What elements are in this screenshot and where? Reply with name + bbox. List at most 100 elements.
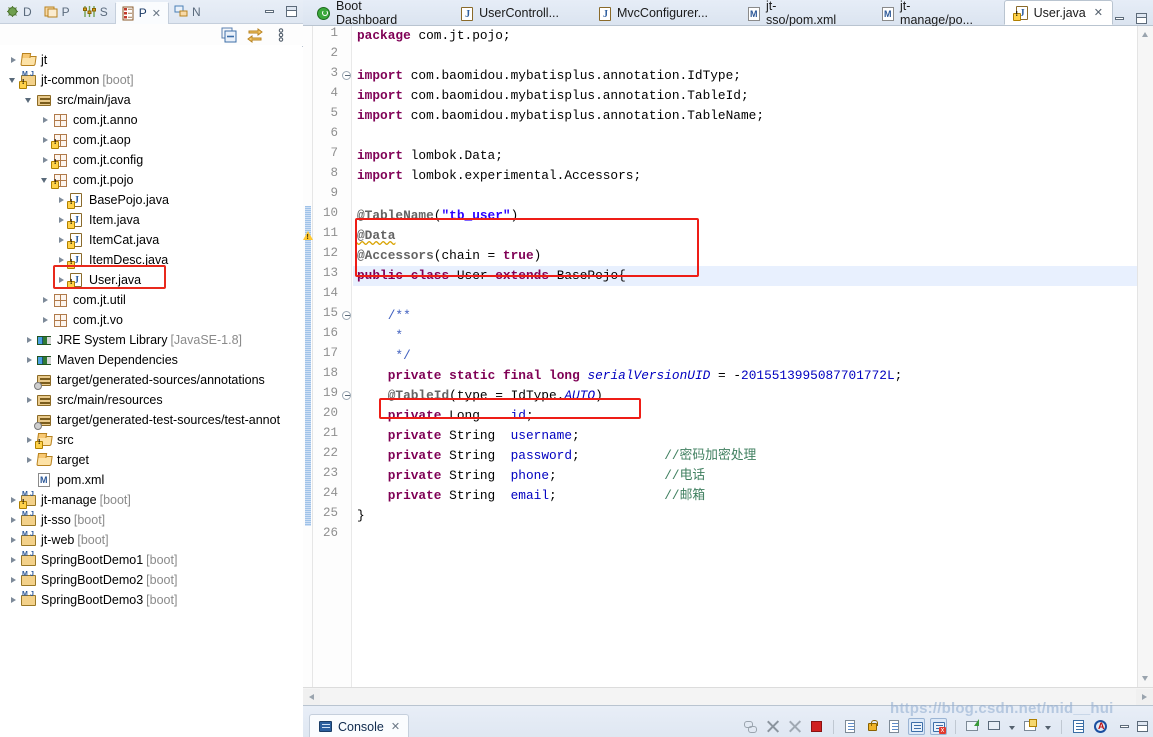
code-line-7[interactable]: import lombok.Data;: [353, 146, 1137, 166]
remove-all-terminated-icon[interactable]: [786, 718, 803, 735]
chevron-right-icon[interactable]: [8, 595, 19, 606]
editor-tab-mvcconfigurer[interactable]: MvcConfigurer...: [588, 1, 717, 25]
code-line-10[interactable]: @TableName("tb_user"): [353, 206, 1137, 226]
collapse-all-icon[interactable]: [221, 27, 237, 43]
code-line-5[interactable]: import com.baomidou.mybatisplus.annotati…: [353, 106, 1137, 126]
tree-item-src-main-java[interactable]: src/main/java: [0, 90, 303, 110]
close-icon[interactable]: ✕: [391, 720, 400, 733]
tree-item-itemdesc-java[interactable]: ItemDesc.java: [0, 250, 303, 270]
scroll-lock-icon[interactable]: [864, 718, 881, 735]
word-wrap-icon[interactable]: [886, 718, 903, 735]
view-tab-debug[interactable]: D: [0, 0, 39, 24]
editor-tab-jt-manage-pom[interactable]: jt-manage/po...: [871, 0, 986, 27]
annotation-icon[interactable]: [1092, 718, 1109, 735]
chevron-right-icon[interactable]: [56, 275, 67, 286]
display-console-dropdown-icon[interactable]: [1008, 719, 1017, 735]
clear-console-icon[interactable]: [842, 718, 859, 735]
chevron-down-icon[interactable]: [24, 95, 35, 106]
code-line-26[interactable]: [353, 526, 1137, 546]
code-line-15[interactable]: /**: [353, 306, 1137, 326]
chevron-right-icon[interactable]: [56, 215, 67, 226]
open-console-dropdown-icon[interactable]: [1044, 719, 1053, 735]
chevron-right-icon[interactable]: [56, 255, 67, 266]
display-selected-console-icon[interactable]: [986, 718, 1003, 735]
tree-item-src-main-resources[interactable]: src/main/resources: [0, 390, 303, 410]
tree-item-basepojo-java[interactable]: BasePojo.java: [0, 190, 303, 210]
open-console-icon[interactable]: [1022, 718, 1039, 735]
code-line-12[interactable]: @Accessors(chain = true): [353, 246, 1137, 266]
chevron-right-icon[interactable]: [24, 455, 35, 466]
chevron-right-icon[interactable]: [8, 515, 19, 526]
scroll-right-icon[interactable]: [1136, 688, 1153, 705]
chevron-right-icon[interactable]: [8, 535, 19, 546]
view-tab-project-explorer[interactable]: P: [39, 0, 77, 24]
chevron-right-icon[interactable]: [40, 315, 51, 326]
chevron-right-icon[interactable]: [8, 495, 19, 506]
view-tab-package-explorer[interactable]: P ✕: [114, 1, 169, 24]
editor-vertical-scrollbar[interactable]: [1137, 26, 1153, 687]
chevron-down-icon[interactable]: [8, 75, 19, 86]
link-with-editor-icon[interactable]: [247, 27, 263, 43]
tree-item-item-java[interactable]: Item.java: [0, 210, 303, 230]
tree-item-maven-dependencies[interactable]: Maven Dependencies: [0, 350, 303, 370]
code-line-1[interactable]: package com.jt.pojo;: [353, 26, 1137, 46]
tree-item-springbootdemo2[interactable]: SpringBootDemo2 [boot]: [0, 570, 303, 590]
editor-tab-usercontroller[interactable]: UserControll...: [450, 1, 568, 25]
source-code[interactable]: package com.jt.pojo; import com.baomidou…: [353, 26, 1137, 687]
tree-item-jre-system-library[interactable]: JRE System Library [JavaSE-1.8]: [0, 330, 303, 350]
code-line-22[interactable]: private String password; //密码加密处理: [353, 446, 1137, 466]
chevron-right-icon[interactable]: [24, 355, 35, 366]
chevron-right-icon[interactable]: [8, 575, 19, 586]
scroll-down-icon[interactable]: [1138, 671, 1153, 687]
tree-item-jt-common[interactable]: jt-common [boot]: [0, 70, 303, 90]
tree-item-com-jt-pojo[interactable]: com.jt.pojo: [0, 170, 303, 190]
view-menu-icon[interactable]: [273, 27, 289, 43]
code-line-19[interactable]: @TableId(type = IdType.AUTO): [353, 386, 1137, 406]
stop-icon[interactable]: [808, 718, 825, 735]
chevron-right-icon[interactable]: [56, 195, 67, 206]
chevron-right-icon[interactable]: [40, 115, 51, 126]
maximize-icon[interactable]: [285, 5, 298, 18]
fold-toggle-icon[interactable]: [342, 311, 351, 320]
tree-item-com-jt-aop[interactable]: com.jt.aop: [0, 130, 303, 150]
tree-item-target-generated-test-sources-test-annot[interactable]: target/generated-test-sources/test-annot: [0, 410, 303, 430]
tree-item-springbootdemo3[interactable]: SpringBootDemo3 [boot]: [0, 590, 303, 610]
fold-toggle-icon[interactable]: [342, 391, 351, 400]
code-line-13[interactable]: public class User extends BasePojo{: [353, 266, 1137, 286]
code-line-4[interactable]: import com.baomidou.mybatisplus.annotati…: [353, 86, 1137, 106]
link-icon[interactable]: [742, 718, 759, 735]
code-line-14[interactable]: [353, 286, 1137, 306]
scroll-up-icon[interactable]: [1138, 26, 1153, 42]
close-icon[interactable]: ✕: [152, 7, 161, 20]
tree-item-com-jt-util[interactable]: com.jt.util: [0, 290, 303, 310]
code-editor[interactable]: ! 1 2 3 4 5 6 7 8 9 10 11 12 13 14 15 16 17 18 19 20 21 22 23 2…: [303, 26, 1153, 687]
code-line-24[interactable]: private String email; //邮箱: [353, 486, 1137, 506]
tree-item-springbootdemo1[interactable]: SpringBootDemo1 [boot]: [0, 550, 303, 570]
tree-item-jt-sso[interactable]: jt-sso [boot]: [0, 510, 303, 530]
close-icon[interactable]: ✕: [1094, 6, 1103, 19]
editor-tab-jt-sso-pom[interactable]: jt-sso/pom.xml: [737, 0, 849, 27]
tree-item-target[interactable]: target: [0, 450, 303, 470]
view-tab-servers[interactable]: S: [77, 0, 115, 24]
tree-item-jt[interactable]: jt: [0, 50, 303, 70]
tree-item-com-jt-anno[interactable]: com.jt.anno: [0, 110, 303, 130]
code-line-16[interactable]: *: [353, 326, 1137, 346]
editor-tab-boot-dashboard[interactable]: Boot Dashboard: [307, 0, 428, 27]
folding-ruler[interactable]: [341, 26, 352, 687]
show-console-on-output-icon[interactable]: [908, 718, 925, 735]
code-line-21[interactable]: private String username;: [353, 426, 1137, 446]
tree-item-user-java[interactable]: User.java: [0, 270, 303, 290]
minimize-icon[interactable]: [1118, 720, 1131, 733]
chevron-right-icon[interactable]: [24, 435, 35, 446]
chevron-right-icon[interactable]: [40, 295, 51, 306]
editor-tab-user-java[interactable]: User.java ✕: [1003, 0, 1113, 25]
terminate-icon[interactable]: [764, 718, 781, 735]
code-line-17[interactable]: */: [353, 346, 1137, 366]
code-line-23[interactable]: private String phone; //电话: [353, 466, 1137, 486]
chevron-down-icon[interactable]: [40, 175, 51, 186]
show-console-on-error-icon[interactable]: x: [930, 718, 947, 735]
maximize-icon[interactable]: [1136, 720, 1149, 733]
tree-item-pom-xml[interactable]: pom.xml: [0, 470, 303, 490]
chevron-right-icon[interactable]: [24, 335, 35, 346]
chevron-right-icon[interactable]: [40, 155, 51, 166]
